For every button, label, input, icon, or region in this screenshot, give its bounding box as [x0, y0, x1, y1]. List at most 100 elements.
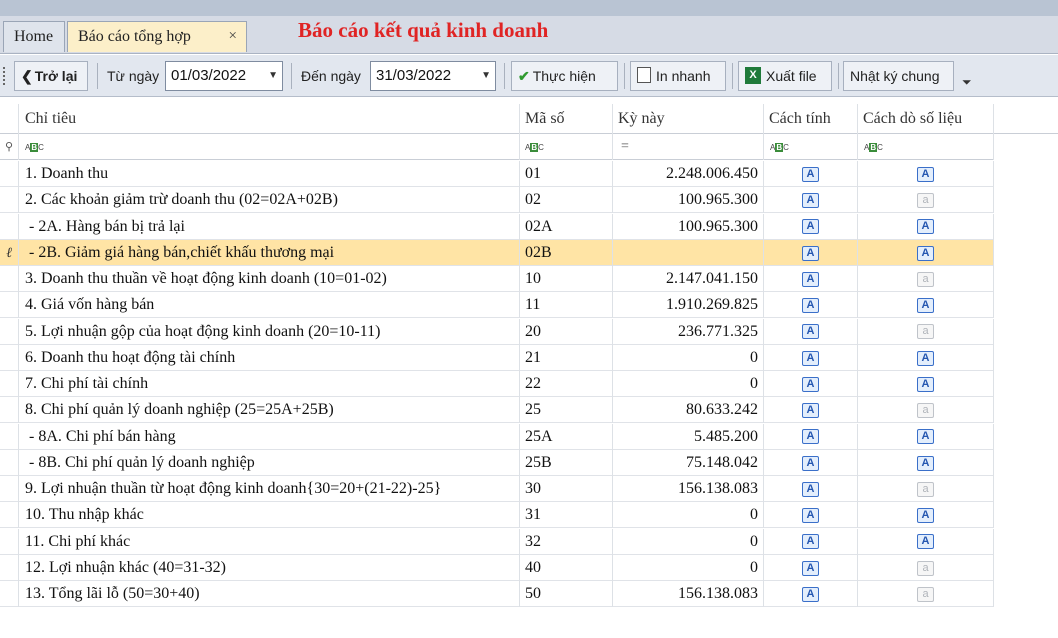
cell-calc[interactable]: A: [764, 344, 858, 371]
journal-button[interactable]: Nhật ký chung: [843, 61, 954, 91]
calc-formula-icon[interactable]: A: [802, 298, 819, 314]
column-header-value[interactable]: Kỳ này: [613, 104, 764, 134]
cell-value[interactable]: 0: [613, 502, 764, 529]
calc-formula-icon[interactable]: A: [802, 166, 819, 182]
cell-code[interactable]: 21: [520, 344, 613, 371]
row-indicator[interactable]: [0, 528, 19, 555]
row-indicator[interactable]: [0, 187, 19, 214]
table-row[interactable]: 6. Doanh thu hoạt động tài chính 21 0 A A: [0, 344, 994, 371]
row-indicator[interactable]: ℓ: [0, 239, 19, 266]
cell-name[interactable]: 13. Tổng lãi lỗ (50=30+40): [19, 581, 520, 607]
cell-trace[interactable]: A: [858, 371, 994, 397]
cell-code[interactable]: 02B: [520, 239, 613, 266]
close-tab-icon[interactable]: ×: [229, 22, 237, 51]
cell-code[interactable]: 20: [520, 318, 613, 345]
from-date-field[interactable]: 01/03/2022 ▼: [165, 61, 283, 91]
row-indicator[interactable]: [0, 423, 19, 450]
filter-calc[interactable]: ABC: [764, 134, 858, 160]
cell-calc[interactable]: A: [764, 161, 858, 187]
cell-code[interactable]: 02: [520, 187, 613, 214]
trace-data-icon[interactable]: a: [917, 324, 934, 340]
cell-name[interactable]: 2. Các khoản giảm trừ doanh thu (02=02A+…: [19, 187, 520, 214]
cell-code[interactable]: 02A: [520, 213, 613, 240]
quick-print-button[interactable]: In nhanh: [630, 61, 726, 91]
cell-name[interactable]: 10. Thu nhập khác: [19, 502, 520, 529]
table-row[interactable]: 10. Thu nhập khác 31 0 A A: [0, 502, 994, 529]
chevron-down-icon[interactable]: ▼: [481, 62, 491, 90]
filter-name[interactable]: ABC: [19, 134, 520, 160]
cell-name[interactable]: 9. Lợi nhuận thuần từ hoạt động kinh doa…: [19, 476, 520, 502]
calc-formula-icon[interactable]: A: [802, 508, 819, 524]
trace-data-icon[interactable]: A: [917, 429, 934, 445]
cell-name[interactable]: 6. Doanh thu hoạt động tài chính: [19, 344, 520, 371]
cell-trace[interactable]: a: [858, 318, 994, 345]
cell-trace[interactable]: a: [858, 581, 994, 607]
row-indicator[interactable]: [0, 266, 19, 292]
cell-calc[interactable]: A: [764, 397, 858, 424]
cell-name[interactable]: 7. Chi phí tài chính: [19, 371, 520, 397]
cell-trace[interactable]: A: [858, 292, 994, 319]
column-header-calc[interactable]: Cách tính: [764, 104, 858, 134]
cell-calc[interactable]: A: [764, 502, 858, 529]
cell-value[interactable]: 0: [613, 344, 764, 371]
trace-data-icon[interactable]: a: [917, 403, 934, 419]
cell-trace[interactable]: a: [858, 187, 994, 214]
cell-name[interactable]: - 2A. Hàng bán bị trả lại: [19, 213, 520, 240]
toolbar-overflow-icon[interactable]: ⏷: [962, 75, 972, 90]
cell-value[interactable]: 156.138.083: [613, 581, 764, 607]
cell-trace[interactable]: A: [858, 423, 994, 450]
row-indicator[interactable]: [0, 502, 19, 529]
table-row[interactable]: 13. Tổng lãi lỗ (50=30+40) 50 156.138.083 A…: [0, 581, 994, 607]
back-button[interactable]: ❮ Trở lại: [14, 61, 88, 91]
trace-data-icon[interactable]: A: [917, 376, 934, 392]
cell-value[interactable]: 0: [613, 371, 764, 397]
cell-calc[interactable]: A: [764, 292, 858, 319]
cell-trace[interactable]: A: [858, 528, 994, 555]
cell-name[interactable]: 4. Giá vốn hàng bán: [19, 292, 520, 319]
table-row[interactable]: 1. Doanh thu 01 2.248.006.450 A A: [0, 161, 994, 187]
cell-code[interactable]: 10: [520, 266, 613, 292]
row-indicator[interactable]: [0, 581, 19, 607]
chevron-down-icon[interactable]: ▼: [268, 62, 278, 90]
cell-calc[interactable]: A: [764, 213, 858, 240]
trace-data-icon[interactable]: A: [917, 298, 934, 314]
row-indicator[interactable]: [0, 449, 19, 476]
cell-value[interactable]: 156.138.083: [613, 476, 764, 502]
cell-value[interactable]: 1.910.269.825: [613, 292, 764, 319]
cell-name[interactable]: 12. Lợi nhuận khác (40=31-32): [19, 554, 520, 581]
filter-trace[interactable]: ABC: [858, 134, 994, 160]
cell-value[interactable]: 75.148.042: [613, 449, 764, 476]
tab-bao-cao-tong-hop[interactable]: Báo cáo tổng hợp ×: [67, 21, 247, 52]
table-row[interactable]: 12. Lợi nhuận khác (40=31-32) 40 0 Aa: [0, 554, 994, 581]
cell-calc[interactable]: A: [764, 187, 858, 214]
cell-code[interactable]: 31: [520, 502, 613, 529]
column-header-name[interactable]: Chỉ tiêu: [19, 104, 520, 134]
cell-trace[interactable]: a: [858, 266, 994, 292]
toolbar-grip-icon[interactable]: [3, 67, 7, 85]
trace-data-icon[interactable]: a: [917, 481, 934, 497]
row-indicator[interactable]: [0, 292, 19, 319]
table-row[interactable]: - 2A. Hàng bán bị trả lại 02A 100.965.300 A…: [0, 213, 994, 240]
cell-value[interactable]: 80.633.242: [613, 397, 764, 424]
cell-name[interactable]: - 8B. Chi phí quản lý doanh nghiệp: [19, 449, 520, 476]
cell-code[interactable]: 40: [520, 554, 613, 581]
cell-calc[interactable]: A: [764, 239, 858, 266]
row-indicator[interactable]: [0, 554, 19, 581]
row-indicator[interactable]: [0, 397, 19, 424]
cell-calc[interactable]: A: [764, 581, 858, 607]
trace-data-icon[interactable]: a: [917, 271, 934, 287]
calc-formula-icon[interactable]: A: [802, 560, 819, 576]
column-header-trace[interactable]: Cách dò số liệu: [858, 104, 994, 134]
column-header-code[interactable]: Mã số: [520, 104, 613, 134]
row-indicator[interactable]: [0, 476, 19, 502]
table-row[interactable]: 3. Doanh thu thuần về hoạt động kinh doa…: [0, 266, 994, 292]
trace-data-icon[interactable]: A: [917, 508, 934, 524]
calc-formula-icon[interactable]: A: [802, 324, 819, 340]
cell-value[interactable]: 0: [613, 554, 764, 581]
cell-trace[interactable]: A: [858, 344, 994, 371]
cell-code[interactable]: 50: [520, 581, 613, 607]
cell-code[interactable]: 11: [520, 292, 613, 319]
trace-data-icon[interactable]: A: [917, 245, 934, 261]
cell-value[interactable]: 0: [613, 528, 764, 555]
cell-value[interactable]: 100.965.300: [613, 187, 764, 214]
